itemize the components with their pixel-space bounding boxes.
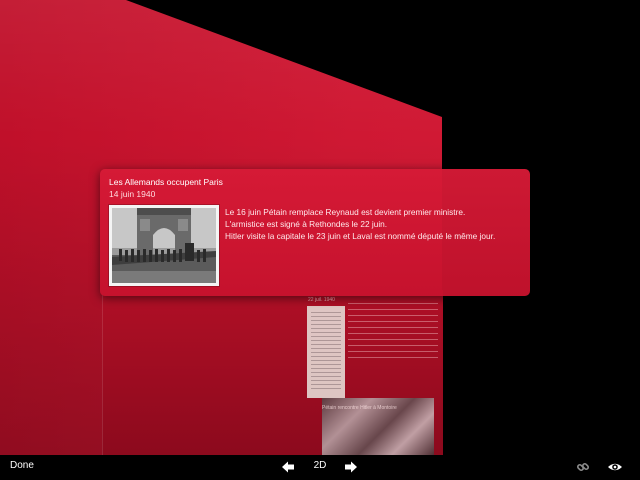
background-document-thumbnail[interactable] xyxy=(307,306,345,398)
timeline-3d-view: 22 juil. 1940 Pétain rencontre Hitler à … xyxy=(0,0,640,480)
link-button[interactable] xyxy=(575,459,591,475)
background-card-text xyxy=(348,303,438,363)
event-title: Les Allemands occupent Paris xyxy=(109,177,223,187)
event-date: 14 juin 1940 xyxy=(109,189,156,199)
event-photo[interactable] xyxy=(109,205,219,286)
arrow-left-icon xyxy=(282,461,294,473)
event-description-line: Le 16 juin Pétain remplace Reynaud est d… xyxy=(225,207,466,217)
view-mode-toggle[interactable]: 2D xyxy=(306,460,334,471)
arrow-right-icon xyxy=(345,461,357,473)
event-description: Le 16 juin Pétain remplace Reynaud est d… xyxy=(225,206,525,242)
event-description-line: L'armistice est signé à Rethondes le 22 … xyxy=(225,219,388,229)
next-event-button[interactable] xyxy=(343,459,359,475)
view-button[interactable] xyxy=(607,459,623,475)
eye-icon xyxy=(608,463,622,471)
previous-event-button[interactable] xyxy=(280,459,296,475)
arc-de-triomphe-photo xyxy=(109,205,219,286)
background-card2-title: Pétain rencontre Hitler à Montoire xyxy=(322,405,397,411)
event-card[interactable]: Les Allemands occupent Paris 14 juin 194… xyxy=(100,169,530,296)
event-description-line: Hitler visite la capitale le 23 juin et … xyxy=(225,231,496,241)
bottom-toolbar: Done 2D xyxy=(0,455,640,480)
done-button[interactable]: Done xyxy=(10,460,34,471)
link-icon xyxy=(576,462,590,472)
background-card-title: 22 juil. 1940 xyxy=(308,297,335,303)
